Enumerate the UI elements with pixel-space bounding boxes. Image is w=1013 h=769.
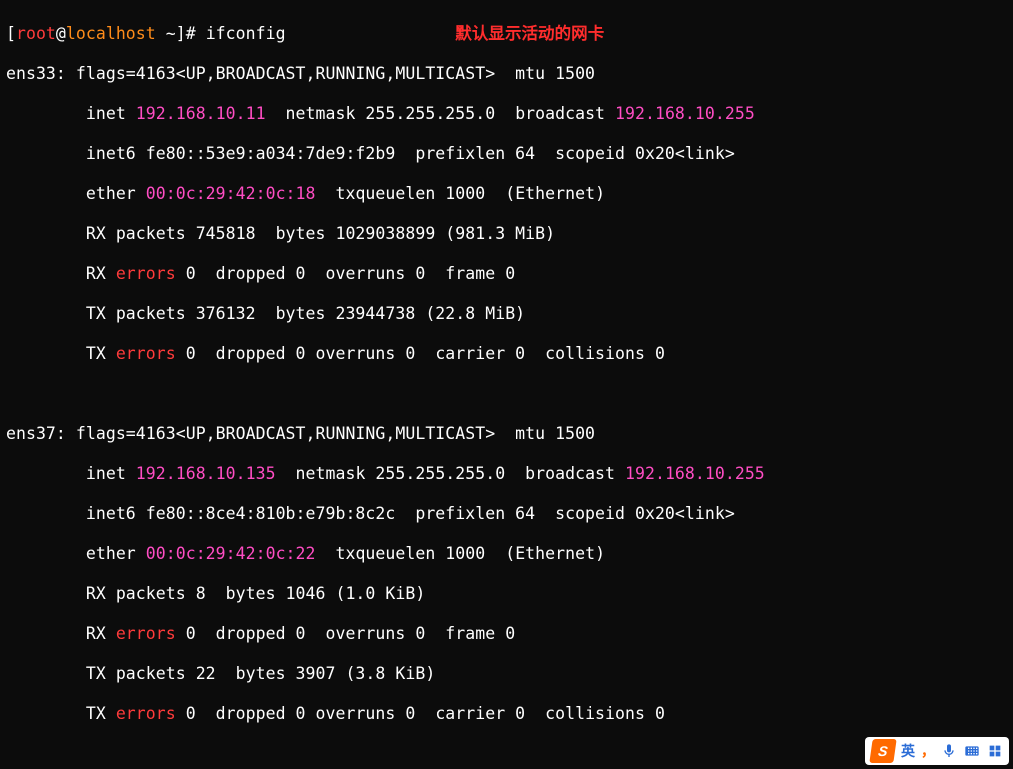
ens33-ether: ether 00:0c:29:42:0c:18 txqueuelen 1000 … xyxy=(6,184,1007,204)
ime-punct-label[interactable]: ， xyxy=(921,741,935,761)
ime-language-label[interactable]: 英 xyxy=(901,741,915,761)
mic-icon[interactable] xyxy=(941,743,957,759)
ens37-ether: ether 00:0c:29:42:0c:22 txqueuelen 1000 … xyxy=(6,544,1007,564)
ens33-txpk: TX packets 376132 bytes 23944738 (22.8 M… xyxy=(6,304,1007,324)
ime-tray[interactable]: S 英 ， xyxy=(865,737,1009,765)
grid-icon[interactable] xyxy=(987,743,1003,759)
annotation-text: 默认显示活动的网卡 xyxy=(455,24,604,43)
command-ifconfig: ifconfig xyxy=(206,24,286,43)
prompt-line-1: [root@localhost ~]# ifconfig 默认显示活动的网卡 xyxy=(6,24,1007,44)
ens37-inet6: inet6 fe80::8ce4:810b:e79b:8c2c prefixle… xyxy=(6,504,1007,524)
keyboard-icon[interactable] xyxy=(963,743,981,759)
terminal[interactable]: [root@localhost ~]# ifconfig 默认显示活动的网卡 e… xyxy=(0,0,1013,769)
ens33-rxpk: RX packets 745818 bytes 1029038899 (981.… xyxy=(6,224,1007,244)
blank xyxy=(6,744,1007,764)
ens37-rxpk: RX packets 8 bytes 1046 (1.0 KiB) xyxy=(6,584,1007,604)
sogou-logo-icon: S xyxy=(869,739,896,763)
ens37-inet: inet 192.168.10.135 netmask 255.255.255.… xyxy=(6,464,1007,484)
ens37-rxerr: RX errors 0 dropped 0 overruns 0 frame 0 xyxy=(6,624,1007,644)
ens33-inet6: inet6 fe80::53e9:a034:7de9:f2b9 prefixle… xyxy=(6,144,1007,164)
ens33-txerr: TX errors 0 dropped 0 overruns 0 carrier… xyxy=(6,344,1007,364)
ens37-header: ens37: flags=4163<UP,BROADCAST,RUNNING,M… xyxy=(6,424,1007,444)
ens37-txpk: TX packets 22 bytes 3907 (3.8 KiB) xyxy=(6,664,1007,684)
ens33-header: ens33: flags=4163<UP,BROADCAST,RUNNING,M… xyxy=(6,64,1007,84)
ens33-inet: inet 192.168.10.11 netmask 255.255.255.0… xyxy=(6,104,1007,124)
ens37-txerr: TX errors 0 dropped 0 overruns 0 carrier… xyxy=(6,704,1007,724)
blank xyxy=(6,384,1007,404)
ens33-rxerr: RX errors 0 dropped 0 overruns 0 frame 0 xyxy=(6,264,1007,284)
